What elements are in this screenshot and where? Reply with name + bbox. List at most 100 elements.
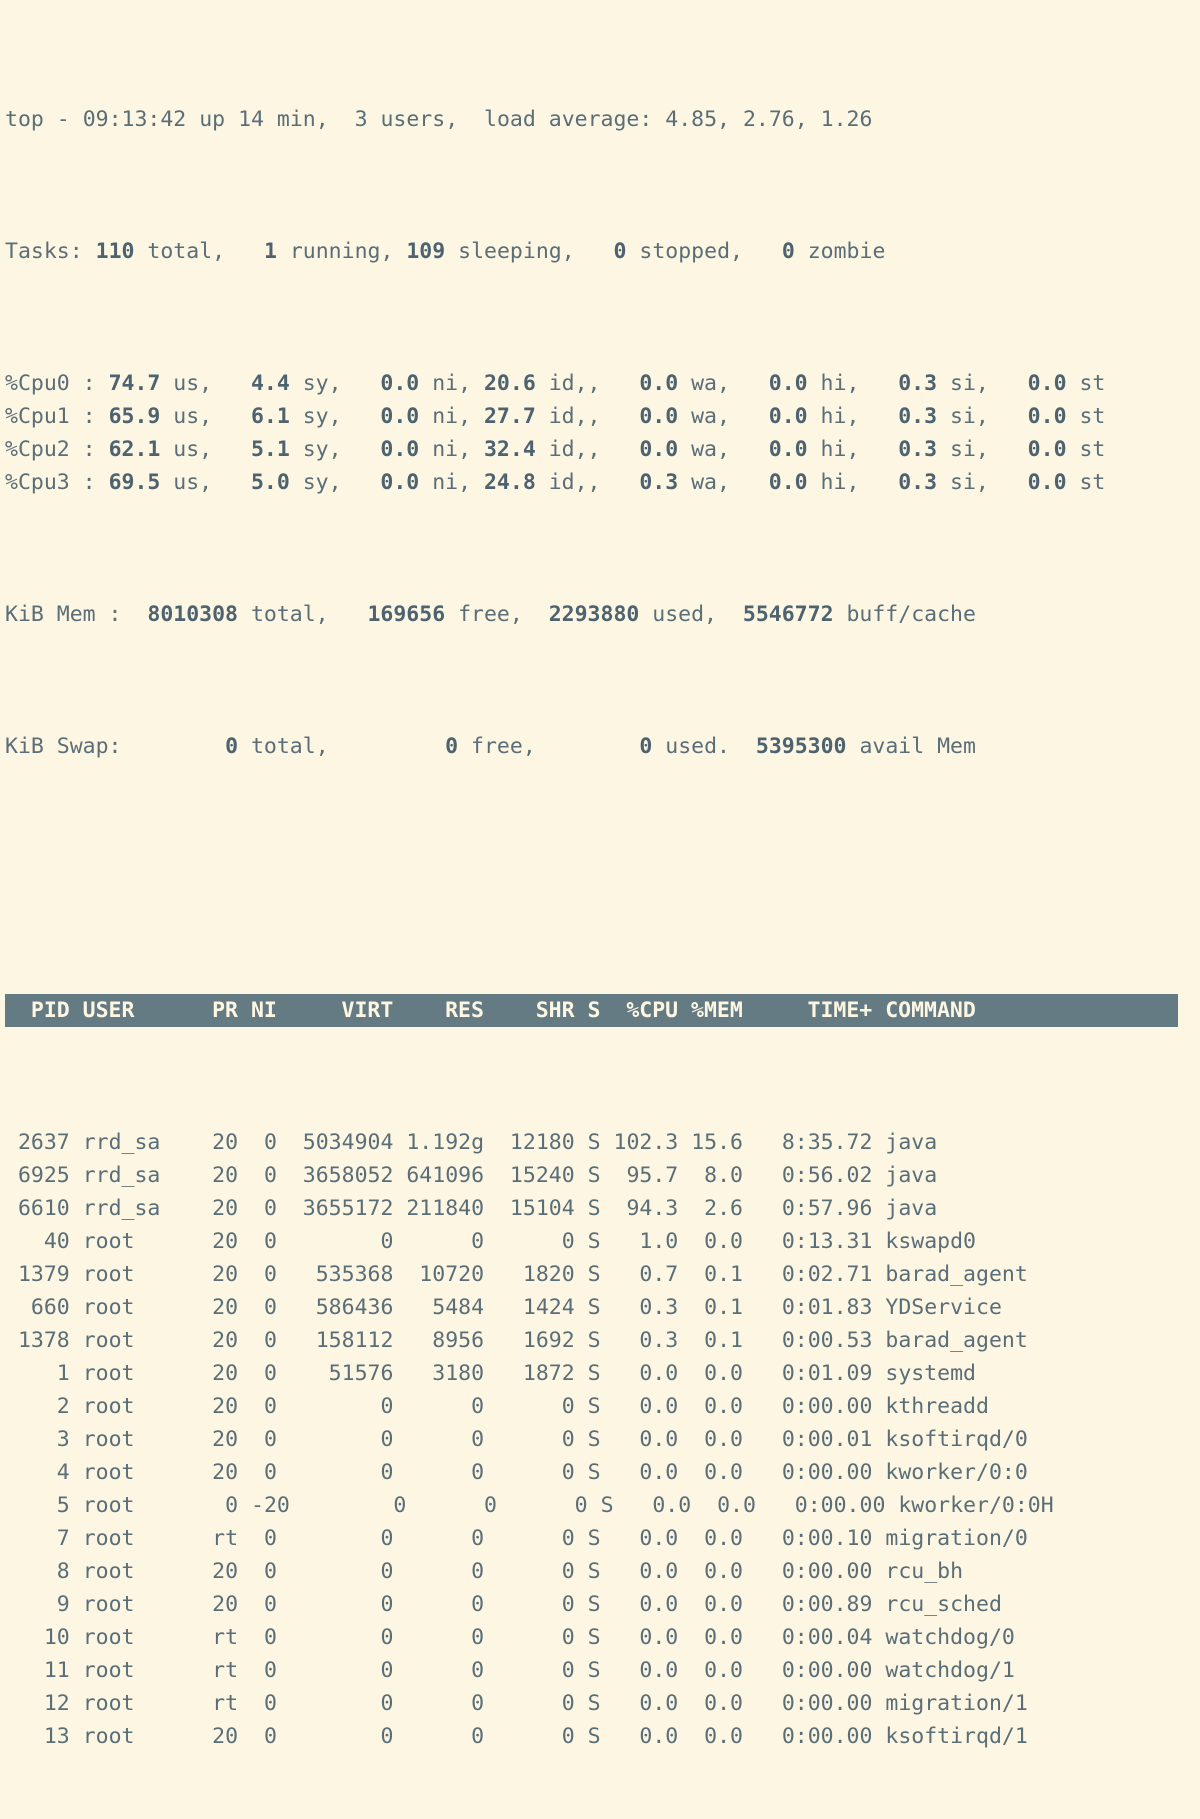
table-row[interactable]: 2637 rrd_sa 20 0 5034904 1.192g 12180 S … bbox=[5, 1126, 1200, 1159]
table-row[interactable]: 12 root rt 0 0 0 0 S 0.0 0.0 0:00.00 mig… bbox=[5, 1687, 1200, 1720]
table-row[interactable]: 10 root rt 0 0 0 0 S 0.0 0.0 0:00.04 wat… bbox=[5, 1621, 1200, 1654]
cell-time: 0:00.00 bbox=[756, 1724, 873, 1749]
cpu-us-value: 65.9 bbox=[109, 404, 161, 429]
cpu-id-value: 24.8 bbox=[484, 470, 536, 495]
sp bbox=[238, 1592, 251, 1617]
cpu-id-label: id,, bbox=[536, 470, 627, 495]
table-row[interactable]: 6610 rrd_sa 20 0 3655172 211840 15104 S … bbox=[5, 1192, 1200, 1225]
cell-pr: 20 bbox=[199, 1394, 238, 1419]
table-row[interactable]: 13 root 20 0 0 0 0 S 0.0 0.0 0:00.00 kso… bbox=[5, 1720, 1200, 1753]
cpu-st-value: 0.0 bbox=[1015, 437, 1067, 462]
table-row[interactable]: 2 root 20 0 0 0 0 S 0.0 0.0 0:00.00 kthr… bbox=[5, 1390, 1200, 1423]
sp bbox=[70, 1163, 83, 1188]
sp bbox=[186, 1295, 199, 1320]
cell-pid: 7 bbox=[5, 1526, 70, 1551]
cell-cpu: 0.0 bbox=[614, 1427, 679, 1452]
cpu-id-value: 20.6 bbox=[484, 371, 536, 396]
table-row[interactable]: 11 root rt 0 0 0 0 S 0.0 0.0 0:00.00 wat… bbox=[5, 1654, 1200, 1687]
cell-virt: 535368 bbox=[290, 1262, 394, 1287]
table-row[interactable]: 6925 rrd_sa 20 0 3658052 641096 15240 S … bbox=[5, 1159, 1200, 1192]
cell-virt: 0 bbox=[290, 1427, 394, 1452]
terminal-screen[interactable]: top - 09:13:42 up 14 min, 3 users, load … bbox=[0, 0, 1200, 951]
cell-res: 5484 bbox=[406, 1295, 484, 1320]
cell-virt: 5034904 bbox=[290, 1130, 394, 1155]
cpu-si-label: si, bbox=[937, 437, 1015, 462]
cell-virt: 586436 bbox=[290, 1295, 394, 1320]
table-row[interactable]: 40 root 20 0 0 0 0 S 1.0 0.0 0:13.31 ksw… bbox=[5, 1225, 1200, 1258]
cpu-wa-label: wa, bbox=[678, 437, 756, 462]
cell-res: 0 bbox=[406, 1460, 484, 1485]
cell-command: java bbox=[885, 1196, 937, 1221]
table-row[interactable]: 5 root 0 -20 0 0 0 S 0.0 0.0 0:00.00 kwo… bbox=[5, 1489, 1200, 1522]
sp bbox=[678, 1658, 691, 1683]
cpu-si-value: 0.3 bbox=[885, 404, 937, 429]
sp bbox=[277, 1295, 290, 1320]
sp bbox=[743, 1361, 756, 1386]
sp bbox=[678, 1691, 691, 1716]
cpu-si-label: si, bbox=[937, 470, 1015, 495]
cell-ni: 0 bbox=[251, 1295, 277, 1320]
sp bbox=[70, 1460, 83, 1485]
cell-shr: 0 bbox=[497, 1229, 575, 1254]
cell-cpu: 0.0 bbox=[614, 1460, 679, 1485]
sp bbox=[575, 1163, 588, 1188]
cell-mem: 0.0 bbox=[691, 1229, 743, 1254]
table-row[interactable]: 1379 root 20 0 535368 10720 1820 S 0.7 0… bbox=[5, 1258, 1200, 1291]
table-row[interactable]: 1378 root 20 0 158112 8956 1692 S 0.3 0.… bbox=[5, 1324, 1200, 1357]
table-row[interactable]: 8 root 20 0 0 0 0 S 0.0 0.0 0:00.00 rcu_… bbox=[5, 1555, 1200, 1588]
sp bbox=[186, 1658, 199, 1683]
sp bbox=[678, 1196, 691, 1221]
sp bbox=[186, 1130, 199, 1155]
sp bbox=[743, 1328, 756, 1353]
cell-command: migration/0 bbox=[885, 1526, 1027, 1551]
sp bbox=[393, 1691, 406, 1716]
sp bbox=[393, 1163, 406, 1188]
sp bbox=[575, 1130, 588, 1155]
table-row[interactable]: 1 root 20 0 51576 3180 1872 S 0.0 0.0 0:… bbox=[5, 1357, 1200, 1390]
cell-virt: 3658052 bbox=[290, 1163, 394, 1188]
cell-res: 8956 bbox=[406, 1328, 484, 1353]
cell-pr: 20 bbox=[199, 1427, 238, 1452]
cell-pr: 20 bbox=[199, 1724, 238, 1749]
cpu-line-1: %Cpu1 : 65.9 us, 6.1 sy, 0.0 ni, 27.7 id… bbox=[5, 400, 1200, 433]
sp bbox=[238, 1262, 251, 1287]
sp bbox=[186, 1361, 199, 1386]
cpu-wa-value: 0.0 bbox=[626, 371, 678, 396]
cell-command: rcu_sched bbox=[885, 1592, 1002, 1617]
cell-state: S bbox=[588, 1229, 601, 1254]
cell-pid: 6610 bbox=[5, 1196, 70, 1221]
cell-res: 0 bbox=[406, 1229, 484, 1254]
sp bbox=[872, 1229, 885, 1254]
cell-user: root bbox=[83, 1295, 187, 1320]
cpu-st-value: 0.0 bbox=[1015, 404, 1067, 429]
sp bbox=[186, 1526, 199, 1551]
tasks-label: Tasks: bbox=[5, 239, 83, 264]
table-row[interactable]: 660 root 20 0 586436 5484 1424 S 0.3 0.1… bbox=[5, 1291, 1200, 1324]
cell-res: 0 bbox=[406, 1427, 484, 1452]
sp bbox=[743, 1658, 756, 1683]
cell-time: 0:00.89 bbox=[756, 1592, 873, 1617]
table-row[interactable]: 3 root 20 0 0 0 0 S 0.0 0.0 0:00.01 ksof… bbox=[5, 1423, 1200, 1456]
cell-user: root bbox=[83, 1262, 187, 1287]
sp bbox=[601, 1724, 614, 1749]
sp bbox=[70, 1427, 83, 1452]
cell-user: root bbox=[83, 1724, 187, 1749]
table-row[interactable]: 9 root 20 0 0 0 0 S 0.0 0.0 0:00.89 rcu_… bbox=[5, 1588, 1200, 1621]
cell-ni: 0 bbox=[251, 1460, 277, 1485]
cpu-wa-label: wa, bbox=[678, 404, 756, 429]
cell-pid: 1379 bbox=[5, 1262, 70, 1287]
cell-time: 0:01.09 bbox=[756, 1361, 873, 1386]
table-row[interactable]: 7 root rt 0 0 0 0 S 0.0 0.0 0:00.10 migr… bbox=[5, 1522, 1200, 1555]
table-row[interactable]: 4 root 20 0 0 0 0 S 0.0 0.0 0:00.00 kwor… bbox=[5, 1456, 1200, 1489]
tasks-sleeping-label: sleeping, bbox=[458, 239, 575, 264]
cpu-hi-label: hi, bbox=[808, 371, 886, 396]
cell-virt: 0 bbox=[303, 1493, 407, 1518]
cpu-label: %Cpu2 : bbox=[5, 437, 109, 462]
cpu-label: %Cpu1 : bbox=[5, 404, 109, 429]
sp bbox=[678, 1526, 691, 1551]
sp bbox=[601, 1262, 614, 1287]
sp bbox=[277, 1394, 290, 1419]
sp bbox=[238, 1361, 251, 1386]
process-table-header-bar[interactable]: PID USER PR NI VIRT RES SHR S %CPU %MEM … bbox=[5, 994, 1178, 1027]
sp bbox=[186, 1691, 199, 1716]
